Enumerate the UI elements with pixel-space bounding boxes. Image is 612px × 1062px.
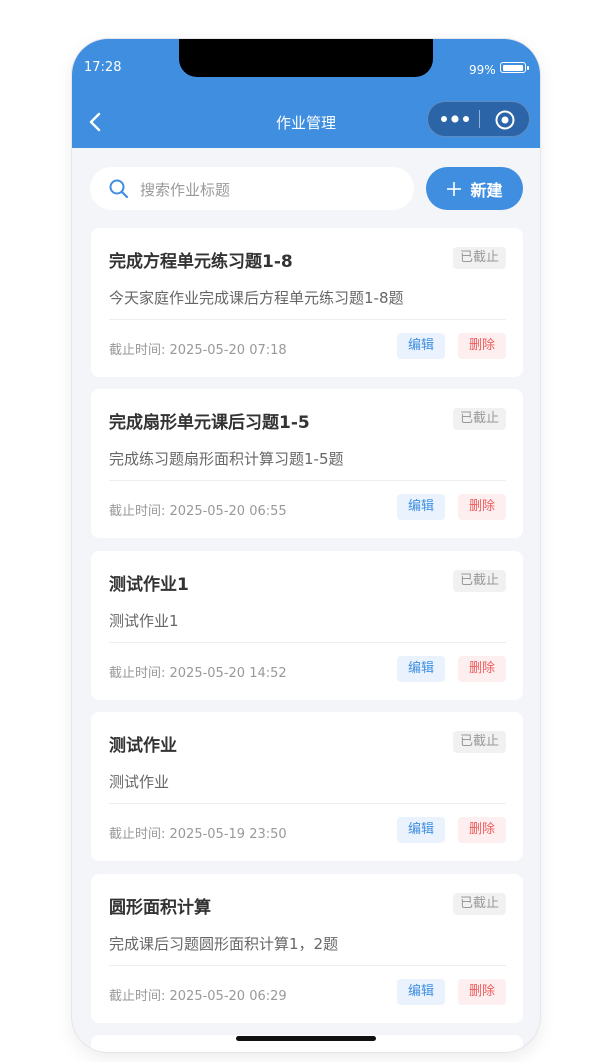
new-homework-button[interactable]: 新建 xyxy=(426,167,523,210)
homework-description: 完成练习题扇形面积计算习题1-5题 xyxy=(109,450,344,468)
delete-button[interactable]: 删除 xyxy=(458,979,506,1005)
card-divider xyxy=(109,319,506,320)
homework-deadline: 截止时间: 2025-05-20 06:55 xyxy=(109,504,287,519)
edit-button[interactable]: 编辑 xyxy=(397,817,445,843)
nav-bar: 作业管理 xyxy=(72,96,540,148)
homework-deadline: 截止时间: 2025-05-20 07:18 xyxy=(109,343,287,358)
battery-percent: 99% xyxy=(469,63,496,77)
homework-card[interactable]: 测试作业1 已截止 测试作业1 截止时间: 2025-05-20 14:52 编… xyxy=(91,551,523,700)
battery-icon xyxy=(500,62,529,73)
target-circle-icon[interactable] xyxy=(494,109,516,131)
homework-card[interactable]: 完成扇形单元课后习题1-5 已截止 完成练习题扇形面积计算习题1-5题 截止时间… xyxy=(91,389,523,538)
edit-button[interactable]: 编辑 xyxy=(397,494,445,520)
delete-button[interactable]: 删除 xyxy=(458,656,506,682)
status-badge: 已截止 xyxy=(452,408,506,430)
delete-button[interactable]: 删除 xyxy=(458,333,506,359)
capsule-divider xyxy=(479,110,480,128)
plus-icon xyxy=(447,181,462,196)
homework-title: 测试作业 xyxy=(109,736,177,756)
homework-description: 测试作业1 xyxy=(109,612,179,630)
homework-title: 完成方程单元练习题1-8 xyxy=(109,252,293,272)
phone-frame: 17:28 99% 作业管理 搜索作业标题 新建 完成方程单元练习题1-8 已截… xyxy=(72,39,540,1052)
homework-card[interactable]: 圆形面积计算 已截止 完成课后习题圆形面积计算1，2题 截止时间: 2025-0… xyxy=(91,874,523,1023)
homework-deadline: 截止时间: 2025-05-19 23:50 xyxy=(109,827,287,842)
status-badge: 已截止 xyxy=(452,247,506,269)
home-indicator xyxy=(236,1036,376,1041)
homework-title: 测试作业1 xyxy=(109,575,189,595)
search-input[interactable] xyxy=(138,167,402,212)
homework-description: 完成课后习题圆形面积计算1，2题 xyxy=(109,935,339,953)
card-divider xyxy=(109,480,506,481)
status-badge: 已截止 xyxy=(452,570,506,592)
status-bar: 17:28 99% xyxy=(72,39,540,96)
edit-button[interactable]: 编辑 xyxy=(397,656,445,682)
homework-deadline: 截止时间: 2025-05-20 14:52 xyxy=(109,666,287,681)
search-icon xyxy=(109,179,129,199)
delete-button[interactable]: 删除 xyxy=(458,494,506,520)
status-time: 17:28 xyxy=(84,60,122,75)
device-notch xyxy=(179,39,433,77)
homework-title: 圆形面积计算 xyxy=(109,898,211,918)
more-dots-icon[interactable] xyxy=(440,112,470,126)
edit-button[interactable]: 编辑 xyxy=(397,333,445,359)
homework-description: 测试作业 xyxy=(109,773,170,791)
card-divider xyxy=(109,965,506,966)
card-divider xyxy=(109,642,506,643)
battery-fill xyxy=(502,64,524,71)
homework-title: 完成扇形单元课后习题1-5 xyxy=(109,413,310,433)
status-badge: 已截止 xyxy=(452,893,506,915)
edit-button[interactable]: 编辑 xyxy=(397,979,445,1005)
status-badge: 已截止 xyxy=(452,731,506,753)
delete-button[interactable]: 删除 xyxy=(458,817,506,843)
homework-card[interactable]: 测试作业 已截止 测试作业 截止时间: 2025-05-19 23:50 编辑 … xyxy=(91,712,523,861)
homework-description: 今天家庭作业完成课后方程单元练习题1-8题 xyxy=(109,289,404,307)
homework-deadline: 截止时间: 2025-05-20 06:29 xyxy=(109,989,287,1004)
homework-card[interactable]: 完成方程单元练习题1-8 已截止 今天家庭作业完成课后方程单元练习题1-8题 截… xyxy=(91,228,523,377)
mini-program-capsule xyxy=(427,101,530,137)
new-button-label: 新建 xyxy=(470,180,503,200)
card-divider xyxy=(109,803,506,804)
search-box[interactable] xyxy=(90,167,414,212)
